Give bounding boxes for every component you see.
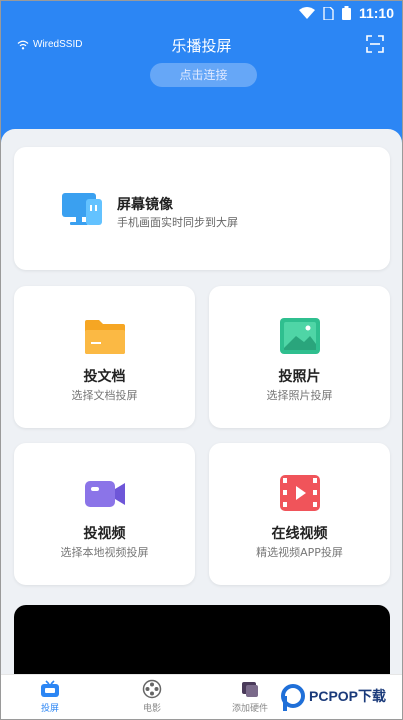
page-title: 乐播投屏 — [171, 37, 232, 55]
main-content: 屏幕镜像 手机画面实时同步到大屏 投文档 选择文档投屏 投照片 选择照片投屏 投… — [1, 129, 402, 677]
top-bar: WiredSSID 乐播投屏 — [1, 31, 402, 61]
play-film-icon — [280, 475, 320, 511]
tv-icon — [41, 680, 59, 697]
sim-card-icon — [323, 6, 334, 20]
tile-subtitle: 选择照片投屏 — [266, 389, 333, 402]
battery-icon — [341, 6, 351, 20]
tile-title: 投视频 — [83, 526, 126, 542]
screen-mirror-icon — [62, 193, 102, 225]
online-video-card[interactable]: 在线视频 精选视频APP投屏 — [209, 443, 390, 585]
tile-title: 投文档 — [83, 369, 126, 385]
tile-subtitle: 精选视频APP投屏 — [256, 546, 343, 559]
tile-title: 在线视频 — [271, 526, 328, 542]
watermark-text: PCPOP下载 — [309, 688, 387, 704]
watermark: PCPOP下载 — [281, 684, 401, 714]
mirror-subtitle: 手机画面实时同步到大屏 — [117, 216, 238, 229]
tile-subtitle: 选择本地视频投屏 — [60, 546, 149, 559]
connect-button[interactable]: 点击连接 — [150, 63, 257, 87]
tile-subtitle: 选择文档投屏 — [71, 389, 138, 402]
watermark-logo-icon — [281, 684, 305, 711]
screen-mirror-card[interactable]: 屏幕镜像 手机画面实时同步到大屏 — [14, 147, 390, 270]
hardware-device-icon — [242, 682, 258, 697]
cast-video-card[interactable]: 投视频 选择本地视频投屏 — [14, 443, 195, 585]
cast-photo-card[interactable]: 投照片 选择照片投屏 — [209, 286, 390, 428]
mirror-title: 屏幕镜像 — [117, 197, 173, 213]
wifi-signal-icon — [298, 6, 315, 19]
nav-label: 电影 — [142, 704, 161, 714]
cast-document-card[interactable]: 投文档 选择文档投屏 — [14, 286, 195, 428]
nav-item-cast[interactable]: 投屏 — [20, 679, 80, 714]
folder-icon — [85, 320, 125, 354]
tile-title: 投照片 — [278, 369, 321, 385]
status-time: 11:10 — [358, 5, 394, 21]
video-camera-icon — [85, 481, 125, 507]
app-screen: 11:10 WiredSSID 乐播投屏 点击连接 屏幕镜像 手机画面实时同步到… — [0, 0, 403, 720]
nav-label: 投屏 — [40, 704, 59, 714]
nav-label: 添加硬件 — [231, 704, 268, 714]
video-preview[interactable] — [14, 605, 390, 677]
film-reel-icon — [142, 679, 162, 699]
status-icons: 11:10 — [298, 5, 394, 21]
photo-icon — [280, 318, 320, 354]
nav-item-add-hardware[interactable]: 添加硬件 — [220, 679, 280, 714]
nav-item-movies[interactable]: 电影 — [122, 679, 182, 714]
scan-icon[interactable] — [366, 35, 384, 53]
status-bar: 11:10 — [1, 1, 402, 27]
